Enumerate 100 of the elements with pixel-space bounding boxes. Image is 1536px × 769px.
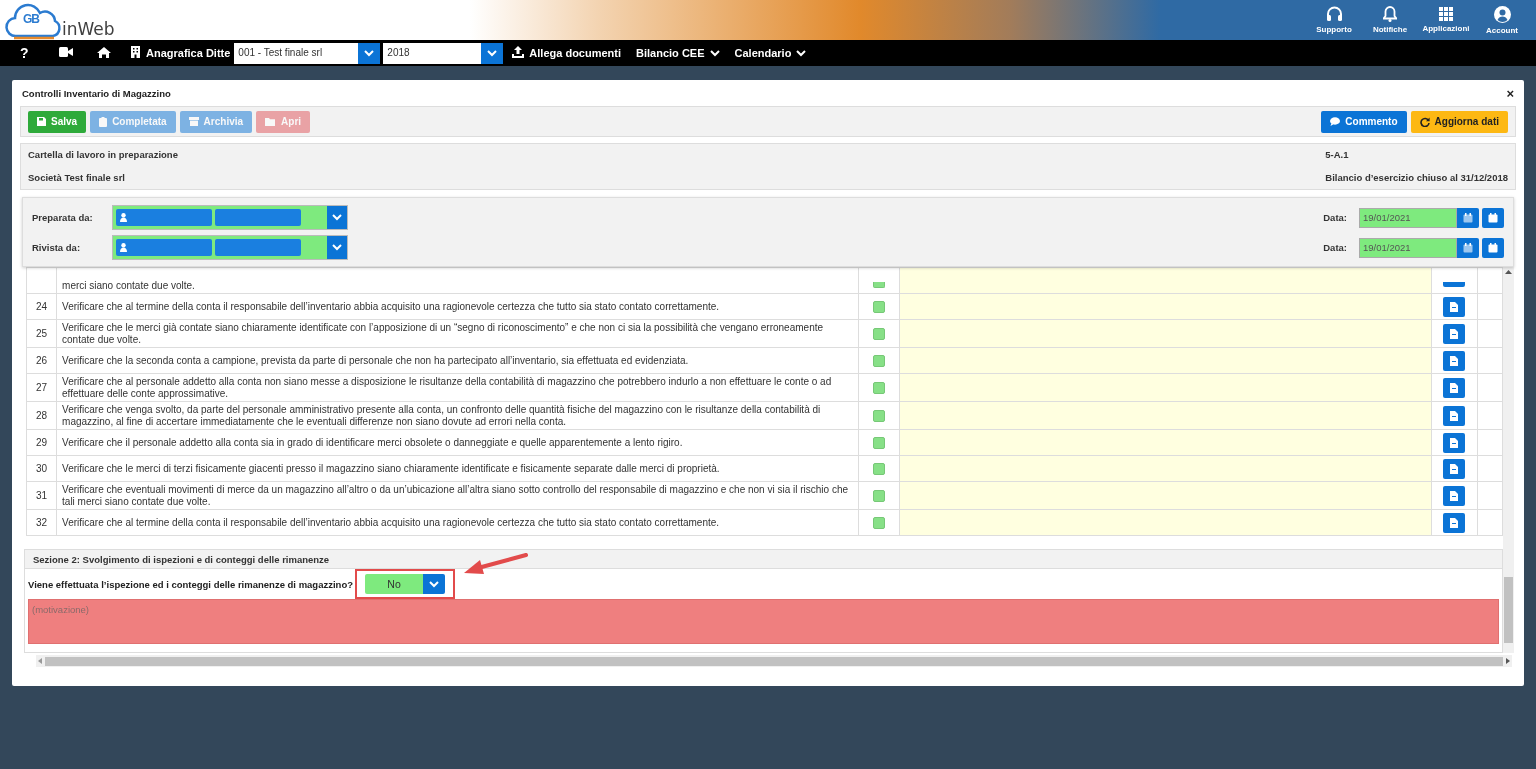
status-checkbox[interactable] <box>872 300 885 313</box>
field-label: Rivista da: <box>32 242 82 253</box>
status-text: Cartella di lavoro in preparazione <box>28 149 179 162</box>
calendar-button[interactable] <box>1482 237 1504 258</box>
calendar-icon <box>1463 212 1473 223</box>
calendar-button[interactable] <box>1457 207 1479 228</box>
status-checkbox[interactable] <box>872 516 885 529</box>
date-field[interactable]: 19/01/2021 <box>1359 207 1457 228</box>
period-text: Bilancio d’esercizio chiuso al 31/12/2018 <box>1325 171 1508 185</box>
annotation-arrow <box>464 553 528 574</box>
status-checkbox[interactable] <box>872 381 885 394</box>
field-label: Data: <box>1323 212 1347 223</box>
notes-field[interactable] <box>899 455 1432 482</box>
grid-icon <box>1439 7 1453 21</box>
registry-link[interactable]: Anagrafica Ditte <box>146 47 231 59</box>
calendar-icon <box>1463 242 1473 253</box>
attach-documents-link[interactable]: Allega documenti <box>529 47 622 59</box>
video-camera-icon <box>59 47 73 57</box>
chevron-down-icon <box>332 244 342 251</box>
notes-field[interactable] <box>899 373 1432 402</box>
logo-text: GB <box>23 12 39 26</box>
header-action[interactable]: Supporto <box>1306 0 1362 40</box>
calendar-icon <box>1488 242 1498 253</box>
arrow-up-icon <box>1505 269 1512 274</box>
header-action[interactable]: Notifiche <box>1362 0 1418 40</box>
paper-code: 5-A.1 <box>1325 149 1350 162</box>
year-select[interactable]: 2018 <box>383 42 504 64</box>
document-button[interactable] <box>1443 485 1466 506</box>
row-number: 29 <box>27 429 57 456</box>
notes-field[interactable] <box>899 319 1432 348</box>
section-title: Sezione 2: Svolgimento di ispezioni e di conteggi delle rimanenze <box>33 553 330 565</box>
close-button[interactable]: × <box>1506 85 1514 101</box>
status-checkbox[interactable] <box>872 327 885 340</box>
notes-field[interactable] <box>899 509 1432 536</box>
scroll-thumb[interactable] <box>1504 577 1513 643</box>
document-button[interactable] <box>1443 296 1466 317</box>
status-checkbox[interactable] <box>872 354 885 367</box>
table-cell: Verificare che eventuali movimenti di merce da un magazzino all’altro o da un’ubicazione all’altra siano sotto controllo del responsabile di magazzino e che non vi sia il rischio che tali merci siano contate due volte. <box>56 481 859 510</box>
header-action[interactable]: Applicazioni <box>1418 0 1474 40</box>
folder-icon <box>265 117 277 126</box>
status-checkbox[interactable] <box>872 462 885 475</box>
cloud-icon <box>4 2 62 40</box>
row-number: 30 <box>27 455 57 482</box>
date-field[interactable]: 19/01/2021 <box>1359 237 1457 258</box>
header-action[interactable]: Account <box>1474 0 1530 40</box>
status-checkbox[interactable] <box>872 489 885 502</box>
status-checkbox[interactable] <box>872 436 885 449</box>
save-icon <box>37 117 46 126</box>
table-cell: Verificare che il personale addetto alla conta sia in grado di identificare merci obsolete o danneggiate e quelle apparentemente a lento rigiro. <box>56 429 859 456</box>
chevron-down-icon <box>429 580 439 588</box>
notes-field[interactable] <box>899 347 1432 374</box>
row-number: 28 <box>27 401 57 430</box>
company-name: Società Test finale srl <box>28 171 126 185</box>
company-select[interactable]: 001 - Test finale srl <box>234 42 381 64</box>
user-select[interactable] <box>112 205 348 230</box>
status-checkbox[interactable] <box>872 282 885 288</box>
file-icon <box>1450 355 1459 366</box>
notes-field[interactable] <box>899 293 1432 320</box>
home-icon <box>97 46 111 58</box>
headset-icon <box>1325 6 1343 22</box>
nav-menu[interactable]: Calendario <box>734 47 807 59</box>
document-button[interactable] <box>1443 350 1466 371</box>
vertical-scrollbar[interactable] <box>1503 267 1514 653</box>
document-button[interactable] <box>1443 323 1466 344</box>
archive-icon <box>188 117 199 126</box>
account-icon <box>1493 5 1511 23</box>
user-select[interactable] <box>112 235 348 260</box>
arrow-right-icon <box>1506 658 1510 664</box>
row-number: 26 <box>27 347 57 374</box>
file-icon <box>1450 517 1459 528</box>
document-button[interactable] <box>1443 405 1466 426</box>
calendar-button[interactable] <box>1457 237 1479 258</box>
calendar-button[interactable] <box>1482 207 1504 228</box>
notes-field[interactable] <box>899 401 1432 430</box>
file-icon <box>1450 328 1459 339</box>
notes-field[interactable] <box>899 429 1432 456</box>
horizontal-scrollbar[interactable] <box>36 655 1512 667</box>
comment-icon <box>1330 117 1341 126</box>
document-button[interactable] <box>1443 512 1466 533</box>
bell-icon <box>1383 6 1397 22</box>
chevron-down-icon <box>364 49 375 57</box>
toolbar-button[interactable]: Commento <box>1321 110 1407 133</box>
row-number: 27 <box>27 373 57 402</box>
calendar-icon <box>1488 212 1498 223</box>
nav-menu[interactable]: Bilancio CEE <box>636 47 720 59</box>
toolbar-button[interactable]: Salva <box>28 110 87 133</box>
help-button[interactable]: ? <box>20 45 30 61</box>
row-number: 25 <box>27 319 57 348</box>
toolbar-button[interactable]: Aggiorna dati <box>1410 110 1508 133</box>
status-checkbox[interactable] <box>872 409 885 422</box>
document-button[interactable] <box>1443 432 1466 453</box>
chevron-down-icon <box>709 49 720 57</box>
notes-field[interactable] <box>899 481 1432 510</box>
document-button[interactable] <box>1443 282 1466 287</box>
document-button[interactable] <box>1443 377 1466 398</box>
table-cell: Verificare che al termine della conta il responsabile dell’inventario abbia acquisito una ragionevole certezza che tutto sia stato contato correttamente. <box>56 293 859 320</box>
arrow-left-icon <box>38 658 42 664</box>
document-button[interactable] <box>1443 458 1466 479</box>
notes-field[interactable] <box>899 267 1432 294</box>
row-number: 24 <box>27 293 57 320</box>
